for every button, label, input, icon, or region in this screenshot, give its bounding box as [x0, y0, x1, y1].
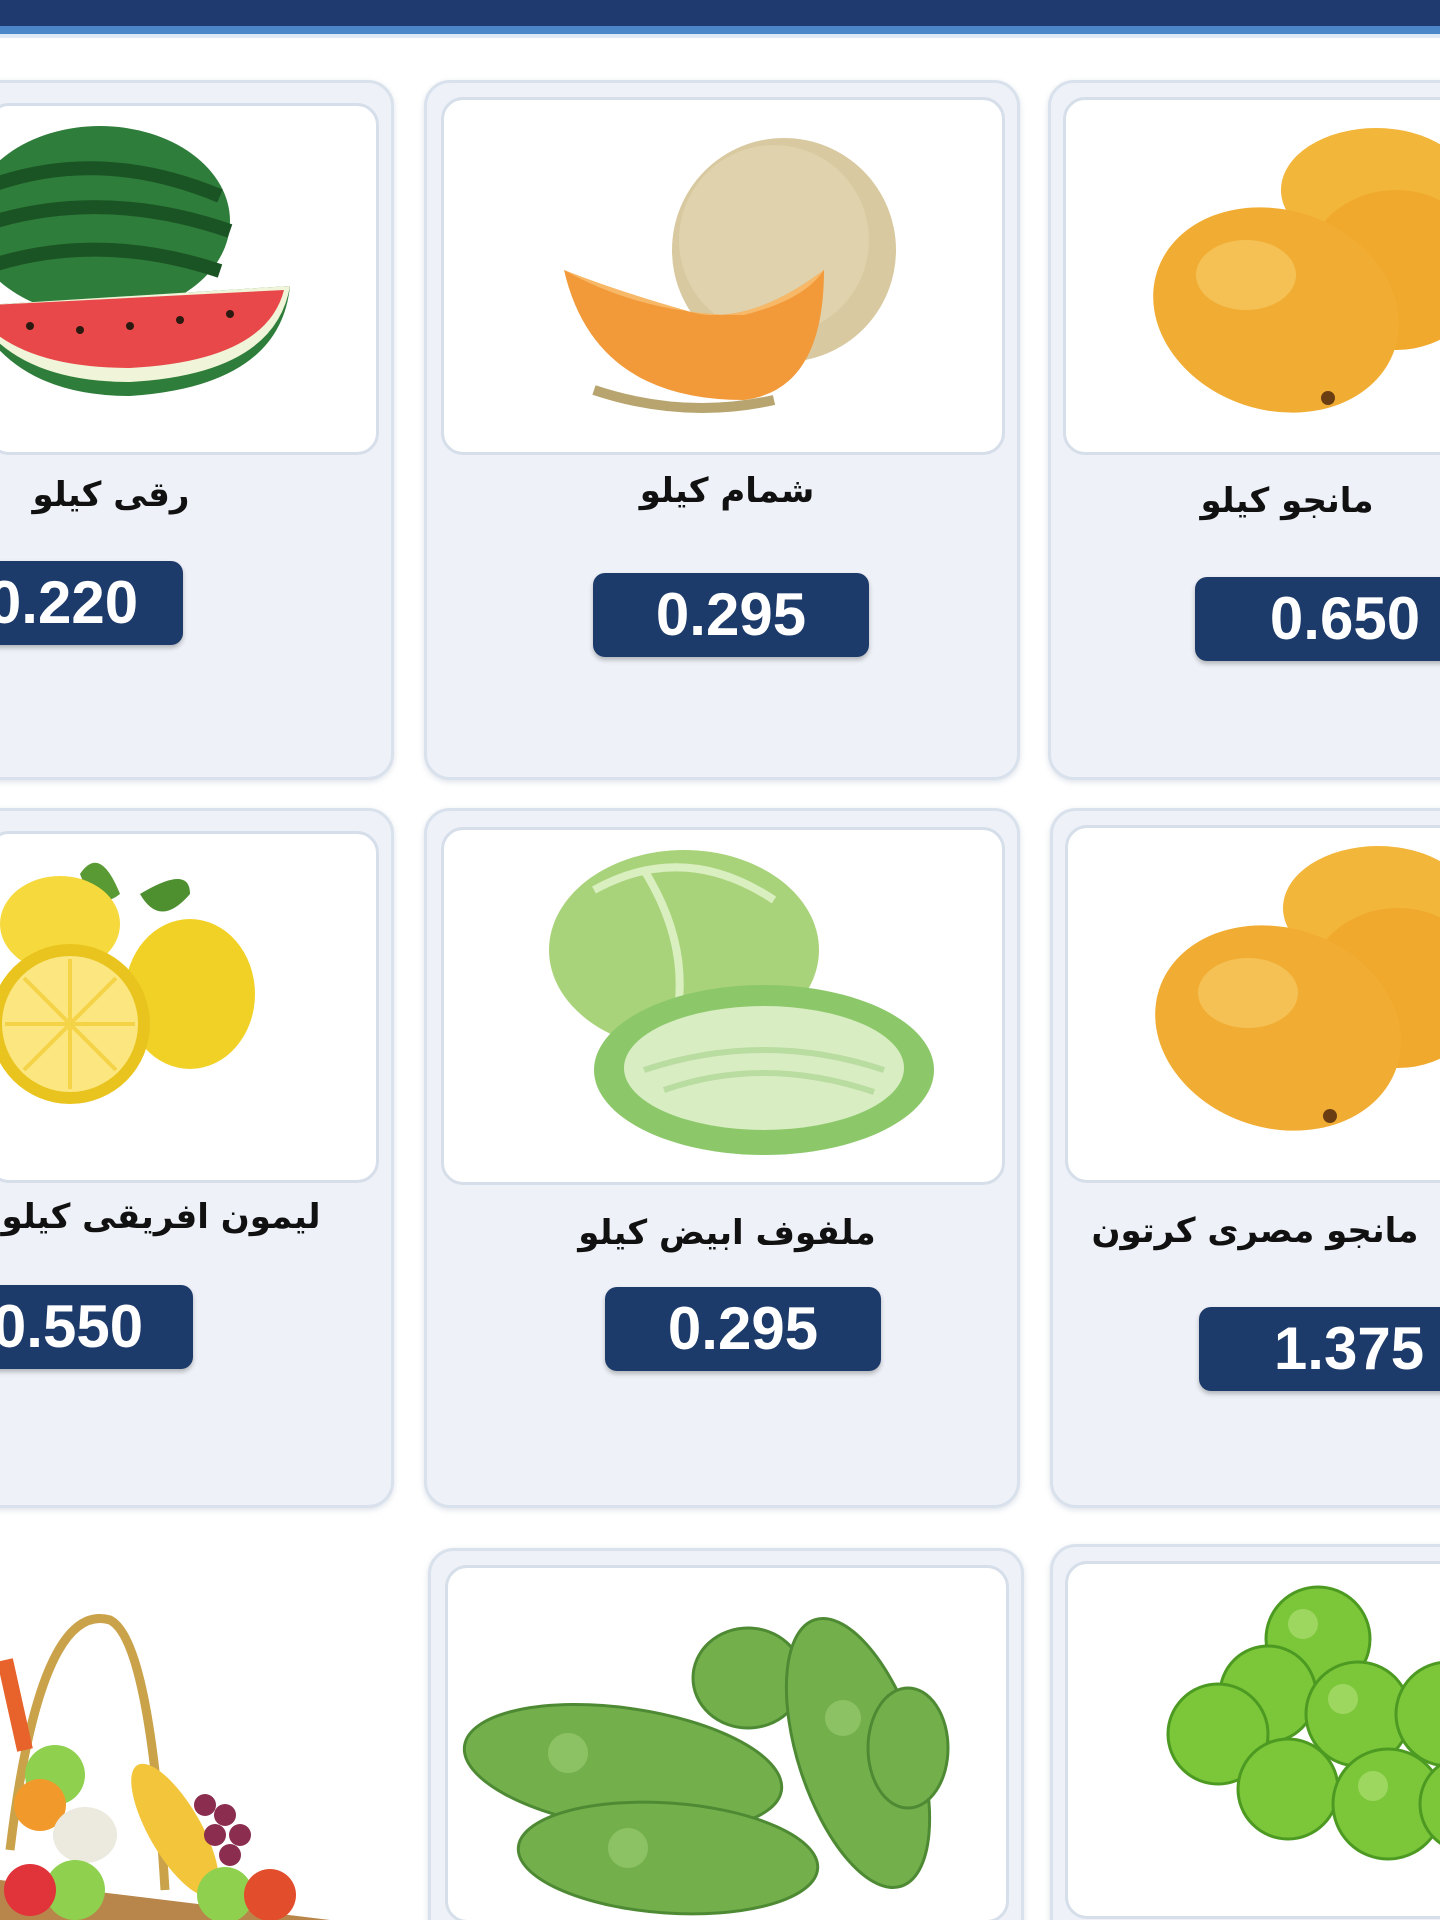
- fruit-basket-image: [0, 1590, 340, 1920]
- cabbage-icon: [549, 850, 934, 1155]
- mango-icon: [1153, 128, 1440, 413]
- product-image: [0, 831, 379, 1183]
- product-image: [445, 1565, 1009, 1920]
- product-card-egyptian-mango[interactable]: مانجو مصرى كرتون 1.375: [1050, 808, 1440, 1508]
- zucchini-icon: [462, 1617, 950, 1916]
- product-image: [441, 827, 1005, 1185]
- product-card-zucchini[interactable]: [428, 1548, 1024, 1920]
- product-name: مانجو كيلو: [1200, 481, 1374, 521]
- product-image: [0, 103, 379, 455]
- product-name: شمام كيلو: [639, 471, 815, 511]
- product-name: رقى كيلو: [32, 475, 190, 515]
- melon-icon: [564, 138, 896, 413]
- product-card-melon[interactable]: شمام كيلو 0.295: [424, 80, 1020, 780]
- product-image: [441, 97, 1005, 455]
- product-name: ملفوف ابيض كيلو: [578, 1213, 876, 1253]
- product-card-african-lemon[interactable]: ليمون افريقى كيلو 0.550: [0, 808, 394, 1508]
- product-card-white-cabbage[interactable]: ملفوف ابيض كيلو 0.295: [424, 808, 1020, 1508]
- price-badge: 0.220: [0, 561, 183, 645]
- price-badge: 0.550: [0, 1285, 193, 1369]
- lemon-icon: [0, 862, 255, 1104]
- price-badge: 0.295: [605, 1287, 881, 1371]
- lime-icon: [1166, 1585, 1440, 1861]
- top-header-bar: [0, 0, 1440, 38]
- price-badge: 1.375: [1199, 1307, 1440, 1391]
- mango-icon: [1155, 846, 1440, 1131]
- price-badge: 0.650: [1195, 577, 1440, 661]
- product-card-watermelon[interactable]: رقى كيلو 0.220: [0, 80, 394, 780]
- product-card-lime[interactable]: [1050, 1544, 1440, 1920]
- product-image: [1065, 1561, 1440, 1919]
- product-name: مانجو مصرى كرتون: [1091, 1211, 1419, 1251]
- product-name: ليمون افريقى كيلو: [1, 1197, 321, 1237]
- product-card-mango[interactable]: مانجو كيلو 0.650: [1048, 80, 1440, 780]
- watermelon-icon: [0, 126, 290, 396]
- price-badge: 0.295: [593, 573, 869, 657]
- product-image: [1065, 825, 1440, 1183]
- product-image: [1063, 97, 1440, 455]
- fruit-basket-icon: [0, 1614, 330, 1920]
